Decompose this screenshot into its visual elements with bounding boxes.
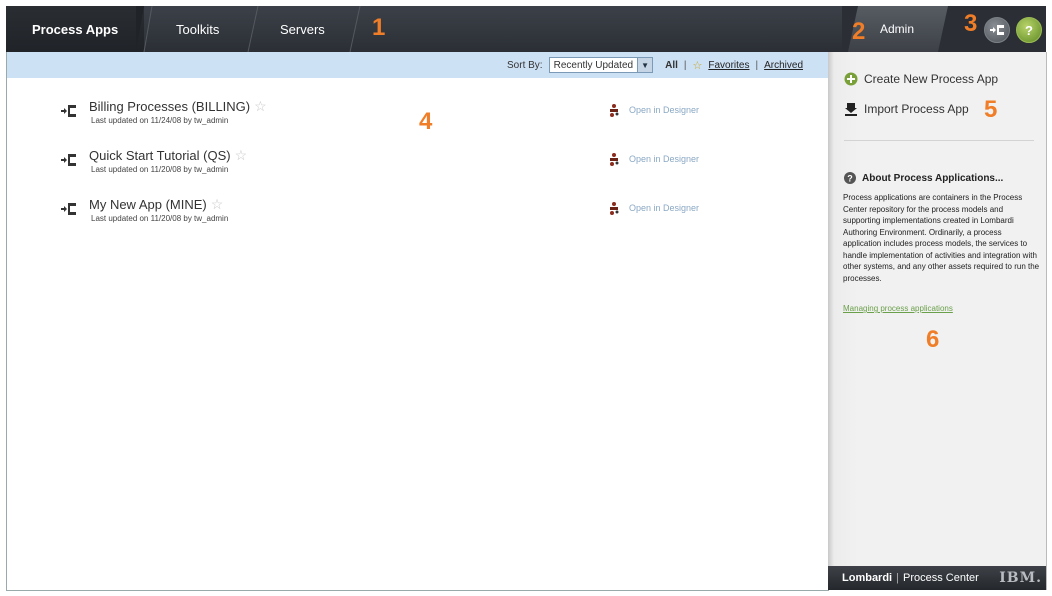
about-description: Process applications are containers in t…	[843, 193, 1040, 283]
designer-icon	[610, 202, 619, 215]
app-updated: Last updated on 11/20/08 by tw_admin	[91, 214, 229, 223]
create-label: Create New Process App	[864, 72, 999, 86]
tab-separator	[242, 6, 259, 52]
app-updated: Last updated on 11/24/08 by tw_admin	[91, 116, 229, 125]
app-name[interactable]: Quick Start Tutorial (QS) ☆	[89, 147, 247, 164]
designer-icon	[610, 153, 619, 166]
tab-servers[interactable]: Servers	[280, 6, 325, 52]
footer-brand-bar: Lombardi | Process Center IBM.	[828, 566, 1046, 590]
tab-label: Servers	[280, 21, 325, 37]
managing-process-applications-link[interactable]: Managing process applications	[843, 304, 953, 313]
sort-by-value: Recently Updated	[553, 59, 634, 71]
product-name: Process Center	[902, 572, 979, 584]
filter-archived[interactable]: Archived	[764, 60, 803, 71]
open-in-designer-label: Open in Designer	[629, 154, 700, 164]
callout-2: 2	[852, 18, 866, 45]
import-arrow-icon	[845, 103, 857, 116]
designer-icon	[610, 104, 619, 117]
about-heading: ? About Process Applications...	[844, 172, 1003, 184]
brand-divider: |	[896, 572, 899, 584]
right-sidebar: Create New Process App Import Process Ap…	[828, 52, 1047, 590]
divider	[844, 140, 1034, 141]
process-center-icon[interactable]	[984, 17, 1010, 43]
app-name[interactable]: Billing Processes (BILLING) ☆	[89, 98, 267, 115]
svg-text:?: ?	[847, 174, 853, 184]
admin-area: 2 Admin 3 ?	[842, 6, 1046, 52]
star-icon[interactable]: ☆	[235, 147, 248, 163]
divider: |	[755, 59, 759, 71]
filter-favorites[interactable]: Favorites	[708, 60, 749, 71]
import-label: Import Process App	[864, 102, 969, 116]
open-in-designer-link[interactable]: Open in Designer	[609, 201, 699, 215]
open-in-designer-label: Open in Designer	[629, 203, 700, 213]
callout-1: 1	[372, 14, 386, 41]
process-apps-list-panel: Sort By: Recently Updated ▼ All | ☆ Favo…	[6, 52, 829, 591]
sort-by-select[interactable]: Recently Updated ▼	[548, 57, 654, 73]
list-item: My New App (MINE) ☆ Last updated on 11/20…	[53, 196, 793, 236]
sort-bar: Sort By: Recently Updated ▼ All | ☆ Favo…	[7, 52, 829, 78]
process-app-icon	[61, 154, 76, 166]
tab-toolkits[interactable]: Toolkits	[176, 6, 219, 52]
callout-5: 5	[984, 96, 998, 123]
tab-process-apps[interactable]: Process Apps	[6, 6, 144, 52]
star-icon[interactable]: ☆	[254, 98, 267, 114]
open-in-designer-label: Open in Designer	[629, 105, 700, 115]
tab-separator	[344, 6, 361, 52]
app-name-text: Quick Start Tutorial (QS)	[89, 148, 231, 163]
help-icon: ?	[844, 172, 856, 184]
callout-6: 6	[926, 326, 940, 353]
tab-separator	[136, 6, 153, 52]
import-process-app-button[interactable]: Import Process App	[844, 102, 969, 116]
star-icon: ☆	[692, 59, 703, 72]
app-updated: Last updated on 11/20/08 by tw_admin	[91, 165, 229, 174]
star-icon[interactable]: ☆	[211, 196, 224, 212]
tab-label: Process Apps	[32, 21, 119, 37]
about-title-text: About Process Applications...	[862, 172, 1004, 184]
chevron-down-icon: ▼	[637, 58, 653, 72]
callout-4: 4	[419, 108, 433, 135]
open-in-designer-link[interactable]: Open in Designer	[609, 103, 699, 117]
top-header: Process Apps Toolkits Servers 1 2 Admin …	[6, 6, 1046, 52]
list-item: Quick Start Tutorial (QS) ☆ Last updated …	[53, 147, 793, 187]
app-name[interactable]: My New App (MINE) ☆	[89, 196, 223, 213]
open-in-designer-link[interactable]: Open in Designer	[609, 152, 699, 166]
process-app-icon	[61, 105, 76, 117]
tab-label: Toolkits	[176, 21, 220, 37]
process-app-icon	[61, 203, 76, 215]
callout-3: 3	[964, 10, 978, 37]
ibm-logo: IBM.	[999, 570, 1042, 586]
process-center-window: Process Apps Toolkits Servers 1 2 Admin …	[0, 0, 1052, 596]
help-icon[interactable]: ?	[1016, 17, 1042, 43]
divider: |	[683, 59, 687, 71]
app-name-text: My New App (MINE)	[89, 197, 207, 212]
admin-menu[interactable]: Admin	[880, 22, 914, 36]
create-plus-icon	[844, 72, 858, 86]
app-name-text: Billing Processes (BILLING)	[89, 99, 251, 114]
brand-name: Lombardi	[842, 572, 893, 584]
create-new-process-app-button[interactable]: Create New Process App	[844, 72, 998, 86]
filter-all[interactable]: All	[665, 60, 678, 71]
sort-by-label: Sort By:	[507, 59, 543, 71]
